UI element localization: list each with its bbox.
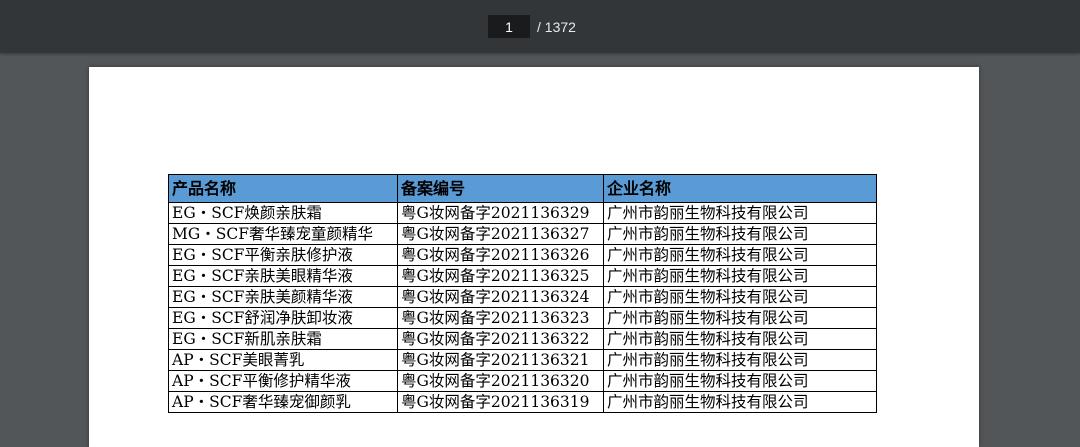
cell-product-name: MG・SCF奢华臻宠童颜精华 [168,223,398,245]
table-row: EG・SCF平衡亲肤修护液 粤G妆网备字2021136326 广州市韵丽生物科技… [168,244,877,266]
pdf-toolbar: / 1372 [0,0,1080,53]
table-header-row: 产品名称 备案编号 企业名称 [168,174,877,203]
cell-filing-number: 粤G妆网备字2021136327 [397,223,604,245]
cell-company-name: 广州市韵丽生物科技有限公司 [603,265,877,287]
cell-product-name: EG・SCF亲肤美眼精华液 [168,265,398,287]
filing-records-table: 产品名称 备案编号 企业名称 EG・SCF焕颜亲肤霜 粤G妆网备字2021136… [168,174,877,413]
cell-filing-number: 粤G妆网备字2021136325 [397,265,604,287]
table-row: EG・SCF焕颜亲肤霜 粤G妆网备字2021136329 广州市韵丽生物科技有限… [168,202,877,224]
table-row: EG・SCF舒润净肤卸妆液 粤G妆网备字2021136323 广州市韵丽生物科技… [168,307,877,329]
cell-product-name: EG・SCF平衡亲肤修护液 [168,244,398,266]
cell-company-name: 广州市韵丽生物科技有限公司 [603,244,877,266]
table-row: AP・SCF奢华臻宠御颜乳 粤G妆网备字2021136319 广州市韵丽生物科技… [168,391,877,413]
cell-filing-number: 粤G妆网备字2021136321 [397,349,604,371]
cell-product-name: AP・SCF平衡修护精华液 [168,370,398,392]
cell-company-name: 广州市韵丽生物科技有限公司 [603,391,877,413]
table-row: EG・SCF亲肤美眼精华液 粤G妆网备字2021136325 广州市韵丽生物科技… [168,265,877,287]
cell-company-name: 广州市韵丽生物科技有限公司 [603,328,877,350]
cell-filing-number: 粤G妆网备字2021136323 [397,307,604,329]
cell-product-name: EG・SCF焕颜亲肤霜 [168,202,398,224]
table-row: EG・SCF新肌亲肤霜 粤G妆网备字2021136322 广州市韵丽生物科技有限… [168,328,877,350]
cell-company-name: 广州市韵丽生物科技有限公司 [603,202,877,224]
cell-filing-number: 粤G妆网备字2021136329 [397,202,604,224]
header-filing-number: 备案编号 [397,174,604,203]
cell-filing-number: 粤G妆网备字2021136324 [397,286,604,308]
cell-company-name: 广州市韵丽生物科技有限公司 [603,370,877,392]
cell-company-name: 广州市韵丽生物科技有限公司 [603,223,877,245]
cell-company-name: 广州市韵丽生物科技有限公司 [603,349,877,371]
cell-product-name: AP・SCF美眼菁乳 [168,349,398,371]
table-row: MG・SCF奢华臻宠童颜精华 粤G妆网备字2021136327 广州市韵丽生物科… [168,223,877,245]
cell-product-name: EG・SCF亲肤美颜精华液 [168,286,398,308]
table-row: AP・SCF美眼菁乳 粤G妆网备字2021136321 广州市韵丽生物科技有限公… [168,349,877,371]
page-number-input[interactable] [488,15,530,38]
header-product-name: 产品名称 [168,174,398,203]
cell-company-name: 广州市韵丽生物科技有限公司 [603,307,877,329]
table-row: EG・SCF亲肤美颜精华液 粤G妆网备字2021136324 广州市韵丽生物科技… [168,286,877,308]
header-company-name: 企业名称 [603,174,877,203]
cell-filing-number: 粤G妆网备字2021136320 [397,370,604,392]
cell-company-name: 广州市韵丽生物科技有限公司 [603,286,877,308]
cell-filing-number: 粤G妆网备字2021136326 [397,244,604,266]
table-row: AP・SCF平衡修护精华液 粤G妆网备字2021136320 广州市韵丽生物科技… [168,370,877,392]
document-page: 产品名称 备案编号 企业名称 EG・SCF焕颜亲肤霜 粤G妆网备字2021136… [89,67,979,447]
cell-filing-number: 粤G妆网备字2021136322 [397,328,604,350]
cell-product-name: AP・SCF奢华臻宠御颜乳 [168,391,398,413]
cell-product-name: EG・SCF舒润净肤卸妆液 [168,307,398,329]
page-total-label: / 1372 [537,19,576,35]
cell-product-name: EG・SCF新肌亲肤霜 [168,328,398,350]
cell-filing-number: 粤G妆网备字2021136319 [397,391,604,413]
